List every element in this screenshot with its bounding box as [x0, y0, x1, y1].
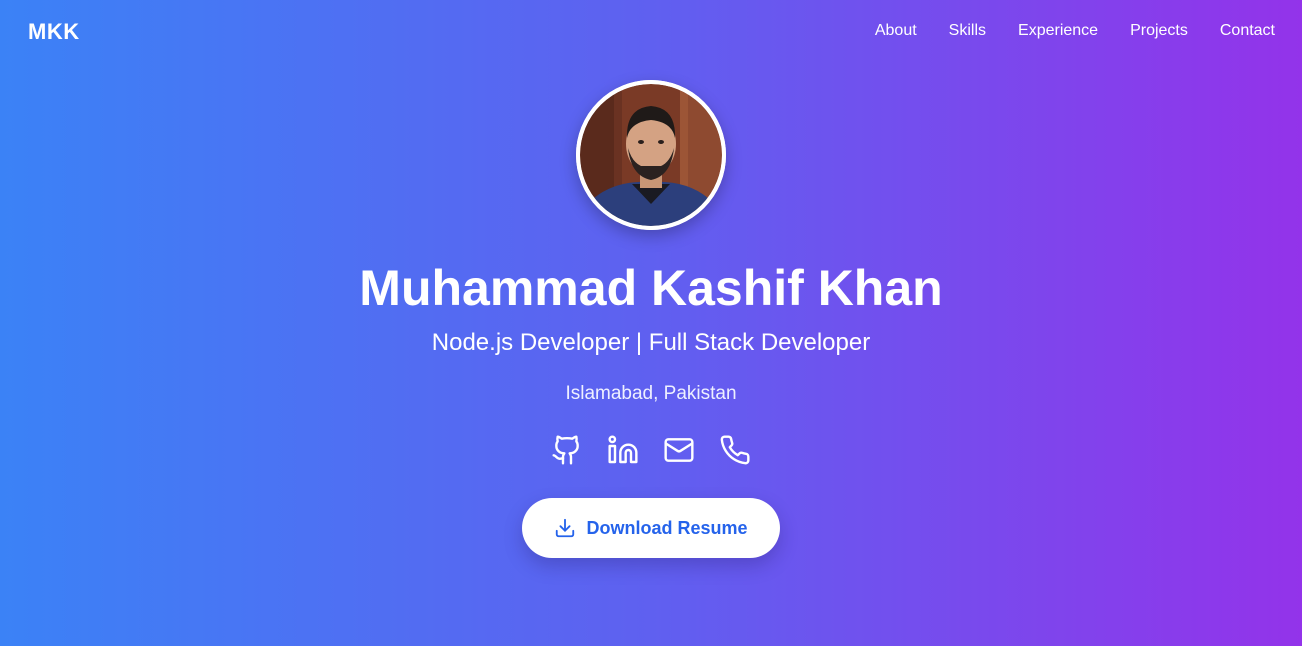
mail-icon — [664, 438, 694, 462]
profile-photo — [576, 80, 726, 230]
download-resume-label: Download Resume — [586, 517, 748, 538]
nav-links: About Skills Experience Projects Contact — [875, 22, 1275, 40]
location-text: Islamabad, Pakistan — [565, 383, 737, 404]
github-link[interactable] — [551, 434, 583, 466]
github-icon — [552, 435, 579, 465]
nav-link-contact[interactable]: Contact — [1220, 22, 1275, 40]
page-title: Muhammad Kashif Khan — [359, 260, 943, 316]
role-subtitle: Node.js Developer | Full Stack Developer — [431, 329, 871, 356]
nav-link-experience[interactable]: Experience — [1018, 22, 1098, 40]
email-link[interactable] — [663, 434, 695, 466]
linkedin-icon — [608, 435, 638, 464]
nav-link-skills[interactable]: Skills — [949, 22, 986, 40]
brand-logo[interactable]: MKK — [28, 19, 80, 45]
download-resume-button[interactable]: Download Resume — [522, 498, 780, 558]
nav-link-about[interactable]: About — [875, 22, 917, 40]
linkedin-link[interactable] — [607, 434, 639, 466]
download-icon — [556, 518, 575, 538]
hero-section: Muhammad Kashif Khan Node.js Developer |… — [0, 80, 1302, 558]
phone-icon — [720, 435, 750, 465]
navbar: MKK About Skills Experience Projects Con… — [0, 0, 1302, 64]
phone-link[interactable] — [719, 434, 751, 466]
nav-link-projects[interactable]: Projects — [1130, 22, 1188, 40]
avatar — [576, 80, 726, 230]
social-links — [0, 434, 1302, 466]
